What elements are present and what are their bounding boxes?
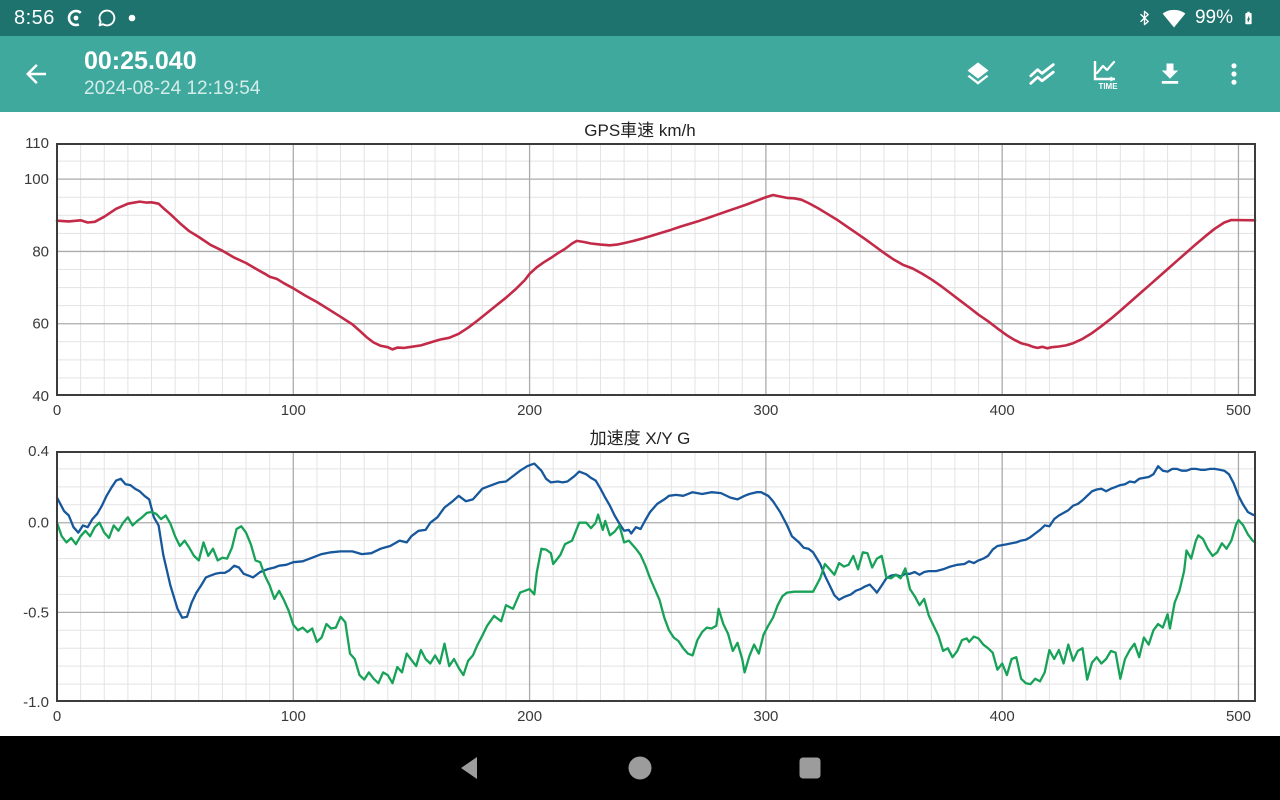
battery-charging-icon bbox=[1241, 6, 1256, 30]
svg-text:-1.0: -1.0 bbox=[23, 694, 49, 711]
svg-text:200: 200 bbox=[517, 402, 542, 419]
status-clock: 8:56 bbox=[14, 7, 55, 30]
svg-text:40: 40 bbox=[32, 388, 49, 405]
time-axis-chart-icon: TIME bbox=[1089, 57, 1123, 91]
data-usage-icon bbox=[66, 8, 86, 28]
navigation-bar bbox=[0, 736, 1280, 800]
svg-text:100: 100 bbox=[281, 402, 306, 419]
battery-percent: 99% bbox=[1195, 7, 1233, 29]
svg-text:500: 500 bbox=[1226, 708, 1251, 725]
notification-dot-icon bbox=[128, 14, 136, 22]
nav-home-button[interactable] bbox=[555, 736, 725, 800]
svg-text:200: 200 bbox=[517, 708, 542, 725]
download-icon bbox=[1156, 60, 1184, 88]
multiline-chart-button[interactable] bbox=[1010, 36, 1074, 112]
svg-text:400: 400 bbox=[990, 402, 1015, 419]
svg-text:300: 300 bbox=[753, 708, 778, 725]
speed-chart-title: GPS車速 km/h bbox=[0, 119, 1280, 143]
nav-recents-icon bbox=[797, 755, 823, 781]
nav-back-button[interactable] bbox=[385, 736, 555, 800]
svg-text:60: 60 bbox=[32, 316, 49, 333]
svg-text:0: 0 bbox=[53, 402, 61, 419]
svg-text:0.0: 0.0 bbox=[28, 515, 49, 532]
svg-text:110: 110 bbox=[25, 135, 49, 152]
svg-text:100: 100 bbox=[24, 171, 49, 188]
time-chart-button[interactable]: TIME bbox=[1074, 36, 1138, 112]
chart-area: GPS車速 km/h 0100200300400500110100806040 … bbox=[0, 112, 1280, 726]
svg-text:0.4: 0.4 bbox=[28, 443, 49, 460]
svg-text:100: 100 bbox=[281, 708, 306, 725]
session-datetime: 2024-08-24 12:19:54 bbox=[84, 76, 260, 102]
accel-chart-title: 加速度 X/Y G bbox=[0, 427, 1280, 451]
svg-text:-0.5: -0.5 bbox=[23, 604, 49, 621]
bluetooth-icon bbox=[1136, 7, 1153, 29]
lap-time-title: 00:25.040 bbox=[84, 46, 260, 76]
accel-chart[interactable]: 01002003004005000.40.0-0.5-1.0 bbox=[0, 451, 1280, 726]
svg-text:80: 80 bbox=[32, 243, 49, 260]
layers-button[interactable] bbox=[946, 36, 1010, 112]
svg-text:300: 300 bbox=[753, 402, 778, 419]
app-bar: 00:25.040 2024-08-24 12:19:54 bbox=[0, 36, 1280, 112]
nav-home-icon bbox=[627, 755, 653, 781]
status-bar: 8:56 bbox=[0, 0, 1280, 36]
speed-chart[interactable]: 0100200300400500110100806040 bbox=[0, 143, 1280, 420]
android-screen: { "colors": { "status_bar_bg": "#1E736E"… bbox=[0, 0, 1280, 800]
wifi-icon bbox=[1161, 8, 1187, 29]
download-button[interactable] bbox=[1138, 36, 1202, 112]
svg-text:400: 400 bbox=[990, 708, 1015, 725]
chat-bubble-icon bbox=[97, 8, 117, 28]
back-arrow-button[interactable] bbox=[0, 36, 72, 112]
nav-back-icon bbox=[457, 755, 483, 781]
overflow-menu-button[interactable] bbox=[1202, 36, 1266, 112]
multiline-chart-icon bbox=[1027, 59, 1057, 89]
time-label: TIME bbox=[1098, 82, 1118, 91]
svg-text:0: 0 bbox=[53, 708, 61, 725]
back-arrow-icon bbox=[21, 59, 51, 89]
nav-recents-button[interactable] bbox=[725, 736, 895, 800]
overflow-menu-icon bbox=[1220, 60, 1248, 88]
svg-text:500: 500 bbox=[1226, 402, 1251, 419]
layers-icon bbox=[964, 60, 992, 88]
